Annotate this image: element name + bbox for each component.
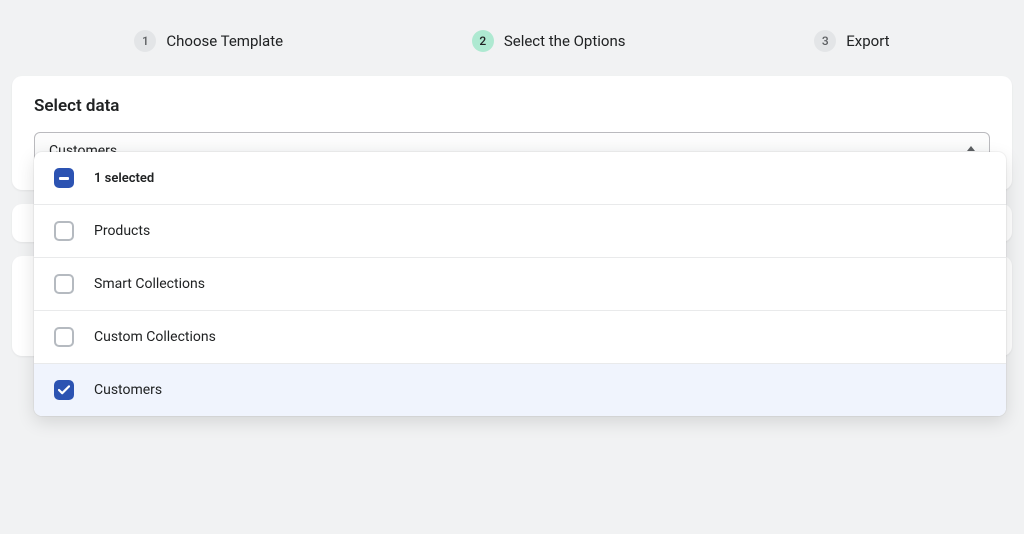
step-number: 3 [814,30,836,52]
card-title: Select data [34,96,990,116]
checkbox-checked-icon[interactable] [54,380,74,400]
stepper: 1 Choose Template 2 Select the Options 3… [0,0,1024,76]
option-label: Products [94,223,150,239]
checkbox-icon[interactable] [54,327,74,347]
step-choose-template[interactable]: 1 Choose Template [134,30,283,52]
indeterminate-checkbox-icon[interactable] [54,168,74,188]
select-data-card: Select data Customers 1 selected Product… [12,76,1012,190]
option-products[interactable]: Products [34,205,1006,258]
step-number: 1 [134,30,156,52]
option-label: Smart Collections [94,276,205,292]
step-label: Choose Template [166,32,283,50]
option-customers[interactable]: Customers [34,364,1006,416]
option-smart-collections[interactable]: Smart Collections [34,258,1006,311]
step-label: Export [846,32,889,50]
option-label: Customers [94,382,162,398]
step-number: 2 [472,30,494,52]
data-type-dropdown: 1 selected Products Smart Collections Cu… [34,152,1006,416]
step-select-options[interactable]: 2 Select the Options [472,30,626,52]
checkbox-icon[interactable] [54,274,74,294]
step-export[interactable]: 3 Export [814,30,889,52]
option-label: Custom Collections [94,329,216,345]
checkbox-icon[interactable] [54,221,74,241]
selection-summary: 1 selected [94,171,154,186]
option-custom-collections[interactable]: Custom Collections [34,311,1006,364]
dropdown-summary-row[interactable]: 1 selected [34,152,1006,205]
step-label: Select the Options [504,32,626,50]
